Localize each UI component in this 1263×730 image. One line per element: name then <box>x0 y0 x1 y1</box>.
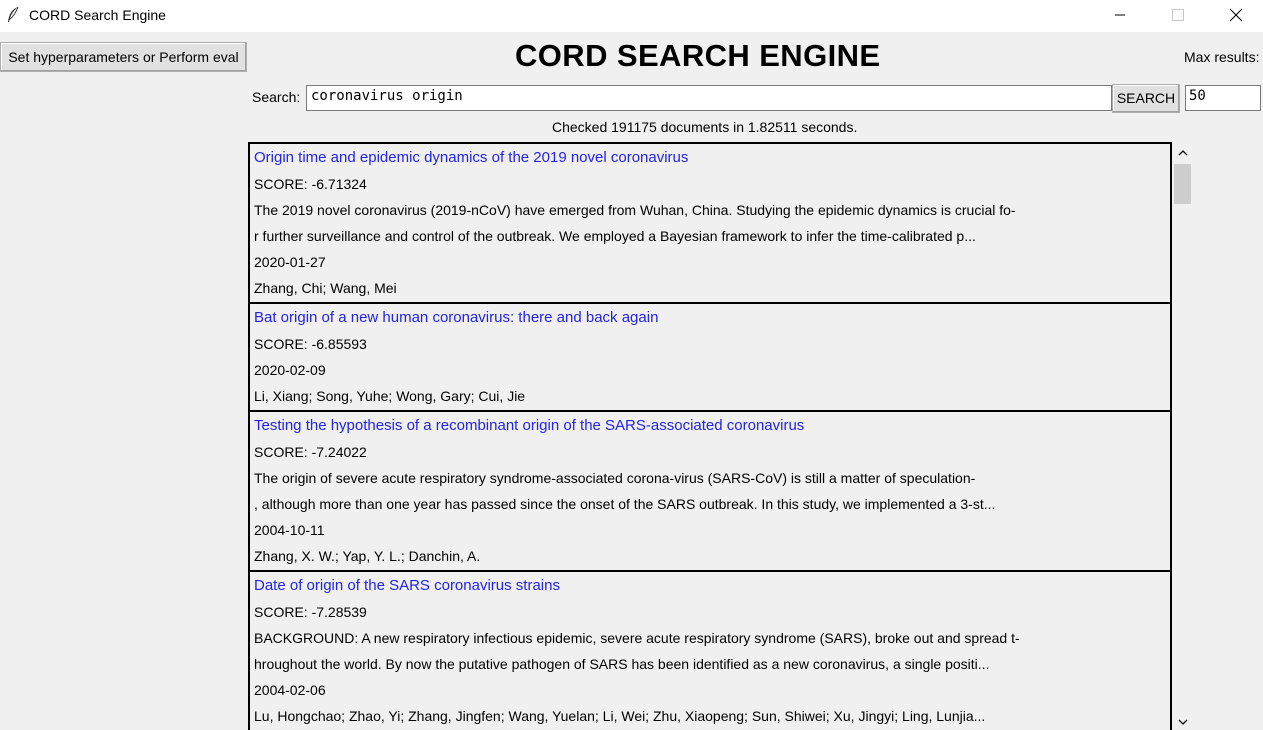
result-title-link[interactable]: Bat origin of a new human coronavirus: t… <box>254 306 1166 332</box>
result-date: 2004-10-11 <box>254 522 325 538</box>
chevron-up-icon <box>1178 143 1188 159</box>
close-button[interactable] <box>1207 0 1263 32</box>
max-results-input[interactable]: 50 <box>1185 85 1261 111</box>
page-title: CORD SEARCH ENGINE <box>515 38 881 73</box>
result-score: SCORE: -6.71324 <box>254 176 367 192</box>
feather-icon <box>6 6 20 24</box>
result-abstract-line: BACKGROUND: A new respiratory infectious… <box>254 630 1020 646</box>
scroll-up-button[interactable] <box>1172 142 1193 160</box>
result-abstract-line: r further surveillance and control of th… <box>254 228 976 244</box>
maximize-icon <box>1172 8 1184 24</box>
chevron-down-icon <box>1178 713 1188 729</box>
close-icon <box>1229 8 1243 25</box>
result-item: Testing the hypothesis of a recombinant … <box>248 410 1172 572</box>
maximize-button[interactable] <box>1149 0 1207 32</box>
result-authors: Lu, Hongchao; Zhao, Yi; Zhang, Jingfen; … <box>254 708 986 724</box>
result-authors: Li, Xiang; Song, Yuhe; Wong, Gary; Cui, … <box>254 388 526 404</box>
window-title: CORD Search Engine <box>29 7 166 23</box>
search-input[interactable]: coronavirus origin <box>306 85 1112 111</box>
result-title-link[interactable]: Date of origin of the SARS coronavirus s… <box>254 574 1166 600</box>
results-list[interactable]: Origin time and epidemic dynamics of the… <box>248 142 1172 730</box>
result-title-link[interactable]: Testing the hypothesis of a recombinant … <box>254 414 1166 440</box>
result-item: Date of origin of the SARS coronavirus s… <box>248 570 1172 730</box>
result-authors: Zhang, Chi; Wang, Mei <box>254 280 397 296</box>
result-date: 2004-02-06 <box>254 682 326 698</box>
max-results-label: Max results: <box>1184 49 1260 65</box>
search-label: Search: <box>252 89 301 105</box>
status-text: Checked 191175 documents in 1.82511 seco… <box>552 119 858 135</box>
result-date: 2020-01-27 <box>254 254 326 270</box>
result-abstract-line: The origin of severe acute respiratory s… <box>254 470 976 486</box>
result-item: Bat origin of a new human coronavirus: t… <box>248 302 1172 412</box>
result-score: SCORE: -7.28539 <box>254 604 367 620</box>
result-authors: Zhang, X. W.; Yap, Y. L.; Danchin, A. <box>254 548 481 564</box>
scroll-down-button[interactable] <box>1172 712 1193 730</box>
result-date: 2020-02-09 <box>254 362 326 378</box>
result-score: SCORE: -6.85593 <box>254 336 367 352</box>
result-title-link[interactable]: Origin time and epidemic dynamics of the… <box>254 146 1166 172</box>
result-abstract-line: The 2019 novel coronavirus (2019-nCoV) h… <box>254 202 1016 218</box>
scroll-thumb[interactable] <box>1174 164 1191 204</box>
result-score: SCORE: -7.24022 <box>254 444 367 460</box>
result-abstract-line: , although more than one year has passed… <box>254 496 996 512</box>
result-item: Origin time and epidemic dynamics of the… <box>248 142 1172 304</box>
minimize-icon <box>1114 8 1126 24</box>
title-bar: CORD Search Engine <box>0 0 1263 32</box>
hyperparameters-button[interactable]: Set hyperparameters or Perform eval <box>0 42 247 72</box>
results-scrollbar[interactable] <box>1172 142 1193 730</box>
search-button[interactable]: SEARCH <box>1112 84 1180 113</box>
minimize-button[interactable] <box>1091 0 1149 32</box>
result-abstract-line: hroughout the world. By now the putative… <box>254 656 990 672</box>
